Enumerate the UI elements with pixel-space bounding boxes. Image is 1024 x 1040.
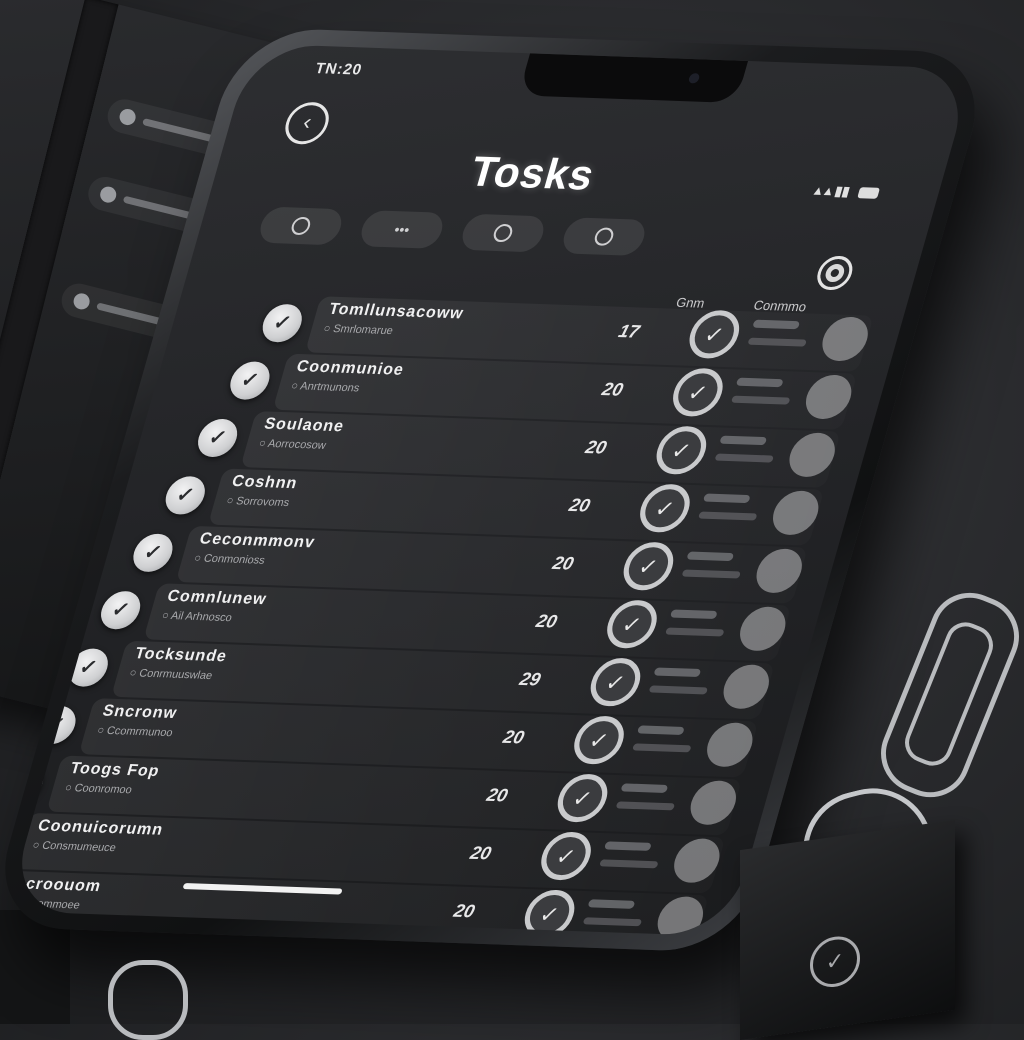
task-title: Ceeco courrou: [6, 932, 679, 936]
task-list: ✓ Tomllunsacoww ○ Smrlomarue 17 ✓ ✓ Coonmunioe…: [6, 296, 874, 937]
check-icon: ✓: [635, 553, 661, 580]
battery-icon: [857, 187, 881, 199]
task-checkbox[interactable]: ✓: [128, 533, 178, 573]
filter-chip-label: •••: [392, 221, 412, 238]
task-meta: [653, 667, 702, 678]
check-icon: ✓: [76, 656, 100, 679]
status-indicators: ▴ ▴ ▮▮: [813, 183, 881, 201]
task-checkbox[interactable]: ✓: [6, 762, 48, 803]
task-meta: [702, 493, 751, 504]
task-meta: [686, 551, 735, 562]
filter-chip[interactable]: [559, 217, 649, 257]
task-meta: [620, 783, 669, 793]
task-checkbox[interactable]: ✓: [64, 647, 113, 688]
binder-clip: ✓: [740, 819, 955, 1040]
circle-icon: [98, 184, 118, 205]
back-arrow-icon: ‹: [300, 109, 315, 135]
check-icon: ✓: [553, 843, 579, 870]
check-icon: ✓: [602, 669, 629, 696]
check-icon: ✓: [569, 785, 596, 812]
camera-icon: [687, 73, 701, 84]
circle-icon: [289, 216, 313, 236]
check-icon: ✓: [44, 713, 68, 737]
task-meta: [587, 899, 636, 909]
check-icon: ✓: [619, 611, 645, 638]
circle-icon: [592, 227, 616, 246]
task-meta: [669, 609, 718, 620]
check-icon: ✓: [206, 426, 230, 450]
filter-chip[interactable]: [256, 206, 346, 246]
status-time: TN:20: [313, 59, 365, 79]
check-icon: ✓: [109, 598, 133, 622]
task-meta: [636, 725, 685, 735]
check-icon: ✓: [141, 541, 165, 565]
task-meta: [752, 319, 801, 330]
check-icon: ✓: [173, 484, 197, 507]
circle-icon: [491, 223, 515, 243]
check-icon: ✓: [668, 437, 694, 464]
check-icon: ✓: [810, 933, 860, 991]
filter-bar: •••: [254, 201, 870, 270]
task-checkbox[interactable]: ✓: [258, 303, 307, 343]
task-checkbox[interactable]: ✓: [6, 820, 16, 860]
task-checkbox[interactable]: ✓: [31, 705, 81, 745]
check-icon: ✓: [701, 322, 727, 348]
check-icon: ✓: [586, 727, 612, 754]
check-icon: ✓: [652, 495, 678, 522]
task-checkbox[interactable]: ✓: [161, 475, 210, 516]
task-meta: [603, 841, 652, 851]
back-button[interactable]: ‹: [280, 101, 334, 145]
task-meta: [719, 435, 768, 446]
check-icon: ✓: [12, 771, 36, 794]
page-title: Tosks: [464, 147, 601, 199]
signal-icon: ▴ ▴ ▮▮: [813, 182, 852, 199]
check-icon: ✓: [238, 369, 262, 392]
notch: [518, 53, 749, 103]
check-icon: ✓: [536, 901, 563, 928]
small-paper-clip: [108, 960, 188, 1040]
task-checkbox[interactable]: ✓: [225, 360, 275, 401]
task-checkbox[interactable]: ✓: [96, 590, 145, 630]
circle-icon: [71, 291, 92, 312]
circle-icon: [117, 107, 138, 127]
task-meta: [735, 377, 784, 388]
check-icon: ✓: [270, 311, 294, 335]
filter-chip[interactable]: [458, 213, 548, 253]
task-checkbox[interactable]: ✓: [193, 418, 242, 458]
filter-chip[interactable]: •••: [357, 210, 447, 249]
check-icon: ✓: [685, 380, 711, 406]
